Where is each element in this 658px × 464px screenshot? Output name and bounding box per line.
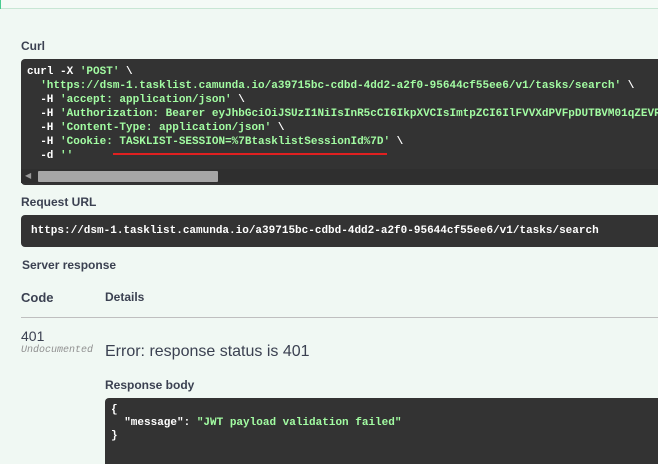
json-string: "JWT payload validation failed" bbox=[196, 417, 402, 429]
request-url-block[interactable]: https://dsm-1.tasklist.camunda.io/a39715… bbox=[21, 215, 658, 247]
error-message: Error: response status is 401 bbox=[105, 343, 310, 360]
json-key: "message" bbox=[124, 417, 184, 429]
curl-text: \ bbox=[390, 136, 404, 148]
curl-line: -H 'accept: application/json' \ bbox=[27, 93, 658, 107]
curl-text: -H bbox=[27, 122, 61, 134]
curl-text: \ bbox=[119, 66, 133, 78]
curl-string: 'Authorization: Bearer eyJhbGciOiJSUzI1N… bbox=[60, 108, 658, 120]
response-body-block[interactable]: { "message": "JWT payload validation fai… bbox=[105, 398, 658, 464]
json-line: } bbox=[111, 430, 401, 443]
curl-text: \ bbox=[271, 122, 285, 134]
code-column-header: Code bbox=[21, 290, 54, 305]
json-punct: } bbox=[111, 430, 118, 442]
curl-string: 'Cookie: TASKLIST-SESSION=%7BtasklistSes… bbox=[60, 136, 391, 148]
operation-panel-top bbox=[0, 0, 658, 9]
curl-text: curl -X bbox=[27, 66, 80, 78]
header-divider bbox=[21, 317, 658, 318]
request-url-title: Request URL bbox=[21, 195, 97, 209]
curl-line: -H 'Authorization: Bearer eyJhbGciOiJSUz… bbox=[27, 107, 658, 121]
curl-text: \ bbox=[621, 80, 635, 92]
curl-string: '' bbox=[60, 150, 74, 162]
curl-line: 'https://dsm-1.tasklist.camunda.io/a3971… bbox=[27, 79, 658, 93]
json-line: "message": "JWT payload validation faile… bbox=[111, 417, 401, 430]
curl-string: 'POST' bbox=[79, 66, 120, 78]
response-body-title: Response body bbox=[105, 378, 195, 392]
curl-title: Curl bbox=[21, 39, 45, 53]
scrollbar-thumb[interactable] bbox=[38, 171, 218, 182]
json-punct: { bbox=[111, 404, 118, 416]
curl-string: 'Content-Type: application/json' bbox=[60, 122, 272, 134]
curl-text: \ bbox=[231, 94, 245, 106]
curl-string: 'accept: application/json' bbox=[60, 94, 232, 106]
curl-text: -H bbox=[27, 136, 61, 148]
curl-text bbox=[27, 80, 40, 92]
json-line: { bbox=[111, 404, 401, 417]
response-body-lines: { "message": "JWT payload validation fai… bbox=[111, 404, 401, 443]
curl-line: curl -X 'POST' \ bbox=[27, 65, 658, 79]
scroll-left-arrow-icon[interactable]: ◀ bbox=[25, 171, 31, 180]
curl-line: -H 'Cookie: TASKLIST-SESSION=%7Btasklist… bbox=[27, 135, 658, 149]
curl-text: -H bbox=[27, 94, 61, 106]
curl-text: -H bbox=[27, 108, 61, 120]
curl-line: -d '' bbox=[27, 149, 658, 163]
undocumented-label: Undocumented bbox=[21, 345, 94, 356]
request-url-value: https://dsm-1.tasklist.camunda.io/a39715… bbox=[31, 225, 599, 237]
curl-lines: curl -X 'POST' \ 'https://dsm-1.tasklist… bbox=[27, 65, 658, 163]
curl-text: -d bbox=[27, 150, 61, 162]
json-punct bbox=[111, 417, 124, 429]
response-code: 401 bbox=[21, 328, 45, 344]
cookie-underline-annotation bbox=[113, 153, 387, 155]
curl-code-block[interactable]: curl -X 'POST' \ 'https://dsm-1.tasklist… bbox=[21, 59, 658, 185]
curl-line: -H 'Content-Type: application/json' \ bbox=[27, 121, 658, 135]
server-response-title: Server response bbox=[22, 258, 117, 272]
details-column-header: Details bbox=[105, 290, 145, 304]
curl-string: 'https://dsm-1.tasklist.camunda.io/a3971… bbox=[40, 80, 622, 92]
json-punct: : bbox=[183, 417, 197, 429]
